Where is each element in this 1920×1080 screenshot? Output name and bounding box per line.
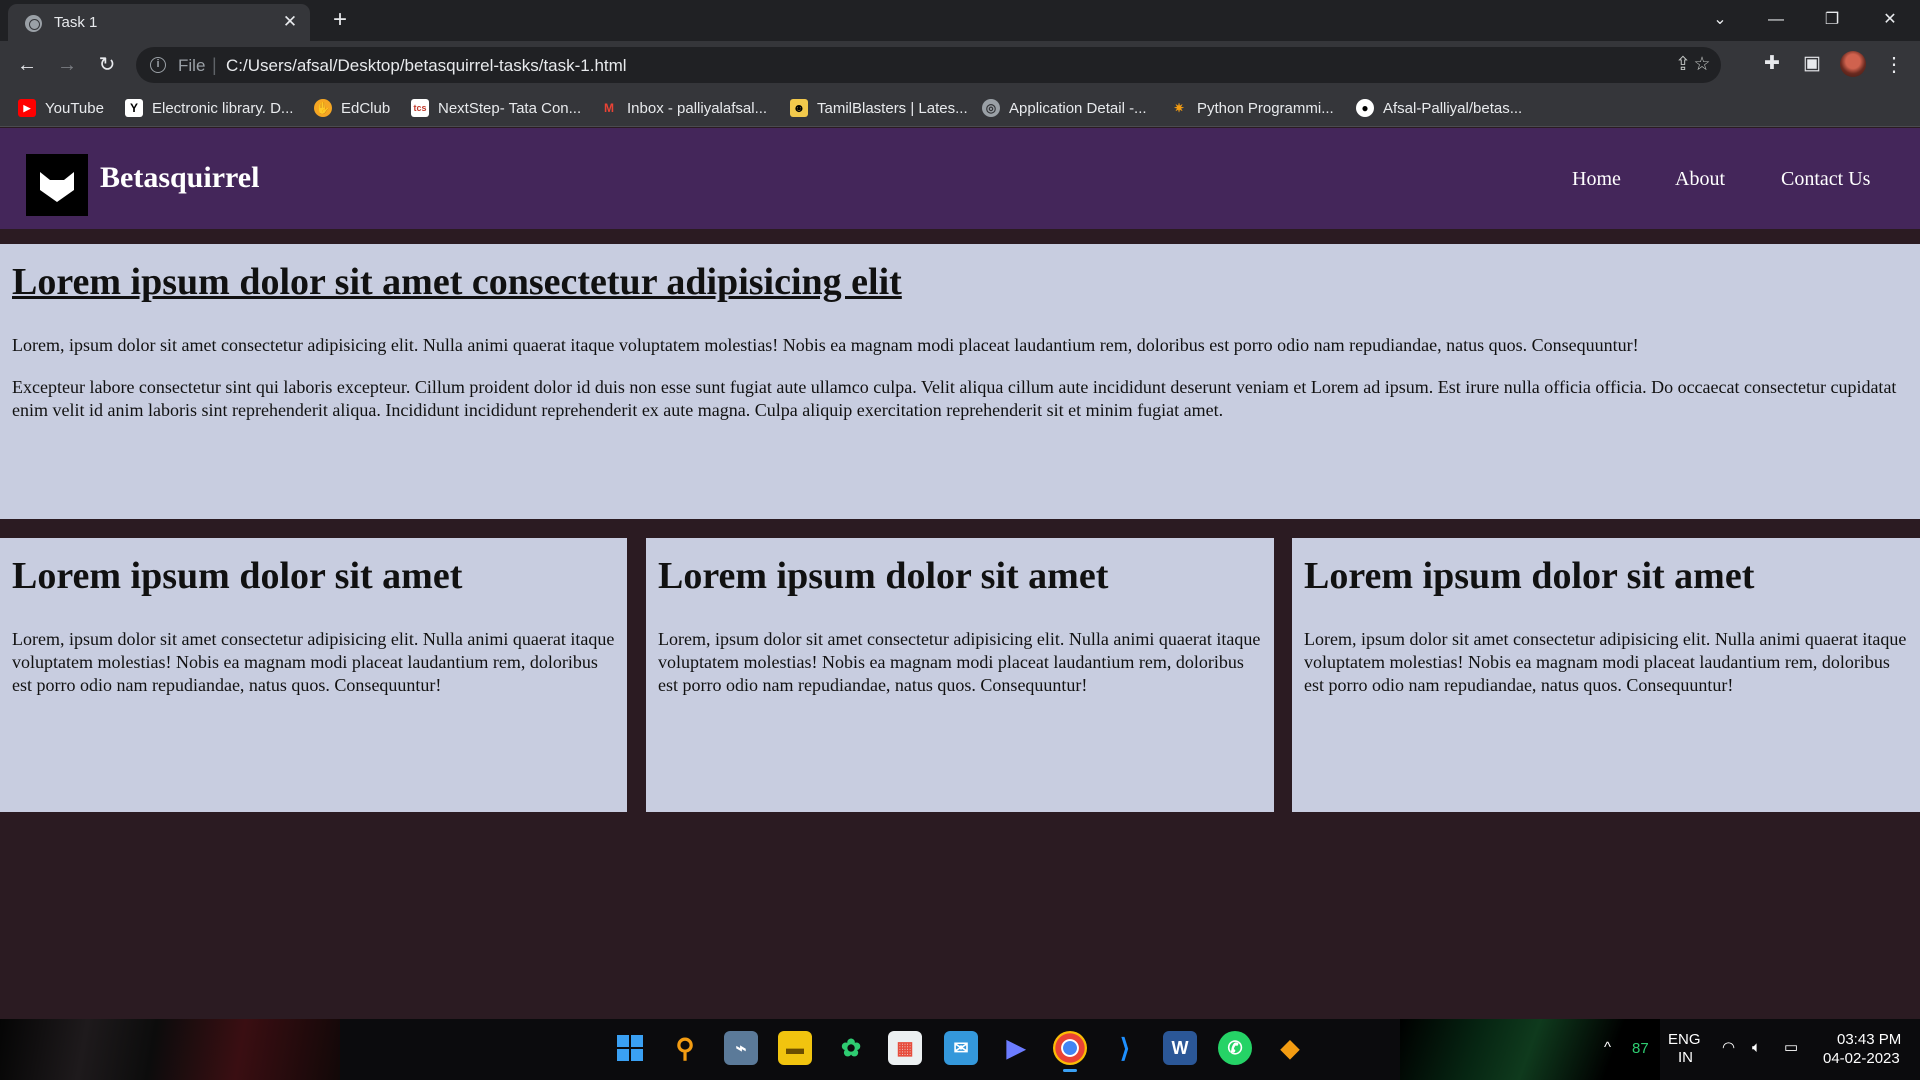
hero-paragraph: Excepteur labore consectetur sint qui la… (12, 377, 1897, 420)
github-icon: ● (1356, 99, 1374, 117)
youtube-icon: ▶ (18, 99, 36, 117)
browser-toolbar: ← → ↻ i File | C:/Users/afsal/Desktop/be… (0, 41, 1920, 89)
edclub-icon: ✋ (314, 99, 332, 117)
hero-paragraph: Lorem, ipsum dolor sit amet consectetur … (12, 335, 1639, 355)
profile-avatar[interactable] (1840, 51, 1866, 77)
bookmark-item[interactable]: ✋ EdClub (314, 98, 390, 118)
bookmark-item[interactable]: ● Afsal-Palliyal/betas... (1356, 98, 1522, 118)
language-region[interactable]: IN (1678, 1049, 1693, 1067)
close-window-icon[interactable]: ✕ (1870, 5, 1910, 35)
mail-icon[interactable]: ✉ (944, 1031, 978, 1065)
bookmark-item[interactable]: ◎ Application Detail -... (982, 98, 1147, 118)
site-logo[interactable] (26, 154, 88, 216)
chrome-icon[interactable] (1053, 1031, 1087, 1072)
bookmark-item[interactable]: tcs NextStep- Tata Con... (411, 98, 581, 118)
bookmark-item[interactable]: ✷ Python Programmi... (1170, 98, 1334, 118)
hero-title: Lorem ipsum dolor sit amet consectetur a… (12, 261, 902, 303)
address-separator: | (212, 55, 217, 75)
clock-date[interactable]: 04-02-2023 (1823, 1050, 1900, 1068)
forward-icon[interactable]: → (52, 50, 82, 80)
word-icon[interactable]: W (1163, 1031, 1197, 1065)
browser-tabstrip: Task 1 ✕ + ⌄ — ❐ ✕ (0, 0, 1920, 41)
address-scheme: File (178, 56, 206, 75)
volume-icon[interactable]: 🔈︎ (1752, 1039, 1761, 1057)
bookmark-label: YouTube (45, 99, 104, 117)
tamilblasters-icon: ☻ (790, 99, 808, 117)
store-icon[interactable]: ▦ (888, 1031, 922, 1065)
address-url[interactable]: C:/Users/afsal/Desktop/betasquirrel-task… (226, 56, 627, 76)
media-player-icon[interactable]: ▶ (999, 1031, 1033, 1065)
reload-icon[interactable]: ↻ (92, 50, 122, 80)
tab-close-icon[interactable]: ✕ (279, 11, 301, 33)
chevron-up-icon[interactable]: ^ (1604, 1039, 1611, 1057)
content-card: Lorem ipsum dolor sit amet Lorem, ipsum … (646, 538, 1274, 812)
battery-level: 87 (1632, 1040, 1649, 1057)
tab-search-chevron-icon[interactable]: ⌄ (1700, 5, 1740, 35)
site-navbar: Betasquirrel Home About Contact Us (0, 128, 1920, 229)
info-icon[interactable]: i (150, 57, 166, 73)
hero-section: Lorem ipsum dolor sit amet consectetur a… (0, 244, 1920, 519)
battery-icon[interactable]: ▭ (1784, 1039, 1798, 1057)
card-title: Lorem ipsum dolor sit amet (12, 555, 463, 597)
bookmark-item[interactable]: Y Electronic library. D... (125, 98, 293, 118)
git-icon[interactable]: ◆ (1273, 1031, 1307, 1065)
bookmark-label: Inbox - palliyalafsal... (627, 99, 768, 117)
card-title: Lorem ipsum dolor sit amet (658, 555, 1109, 597)
windows-taskbar: ⚲ ⌁ ▬ ✿ ▦ ✉ ▶ ⟩ W ✆ ◆ ^ 87 ENG IN ◠ 🔈︎ ▭… (0, 1019, 1920, 1080)
gmail-icon: M (604, 101, 614, 115)
library-icon: Y (125, 99, 143, 117)
bookmark-item[interactable]: ☻ TamilBlasters | Lates... (790, 98, 968, 118)
bookmark-label: Afsal-Palliyal/betas... (1383, 99, 1523, 117)
nav-about-link[interactable]: About (1675, 168, 1725, 191)
tcs-icon: tcs (411, 99, 429, 117)
restore-icon[interactable]: ❐ (1812, 5, 1852, 35)
address-bar[interactable]: i File | C:/Users/afsal/Desktop/betasqui… (136, 47, 1721, 83)
site-brand[interactable]: Betasquirrel (100, 161, 259, 195)
bookmark-label: NextStep- Tata Con... (438, 99, 582, 117)
nav-contact-link[interactable]: Contact Us (1781, 168, 1870, 191)
card-title: Lorem ipsum dolor sit amet (1304, 555, 1755, 597)
vscode-icon[interactable]: ⟩ (1108, 1031, 1142, 1065)
clock-time[interactable]: 03:43 PM (1837, 1031, 1901, 1049)
side-panel-icon[interactable]: ▣ (1799, 52, 1825, 75)
bookmark-label: TamilBlasters | Lates... (817, 99, 968, 117)
fox-logo-icon (40, 172, 74, 202)
menu-kebab-icon[interactable]: ⋮ (1884, 52, 1904, 77)
page-viewport: Betasquirrel Home About Contact Us Lorem… (0, 128, 1920, 1019)
bookmark-label: Application Detail -... (1009, 99, 1147, 117)
content-card: Lorem ipsum dolor sit amet Lorem, ipsum … (1292, 538, 1920, 812)
bookmark-item[interactable]: ▶ YouTube (18, 98, 104, 118)
globe-icon (25, 15, 42, 32)
card-text: Lorem, ipsum dolor sit amet consectetur … (1304, 629, 1907, 695)
bookmark-label: EdClub (341, 99, 391, 117)
fan-app-icon[interactable]: ✿ (834, 1031, 868, 1065)
task-manager-icon[interactable]: ⌁ (724, 1031, 758, 1065)
python-icon: ✷ (1173, 101, 1185, 115)
tab-title: Task 1 (54, 14, 98, 31)
back-icon[interactable]: ← (12, 50, 42, 80)
tab-task-1[interactable]: Task 1 ✕ (8, 4, 310, 41)
wallpaper-strip (1400, 1019, 1660, 1080)
new-tab-icon[interactable]: + (326, 6, 354, 34)
file-explorer-icon[interactable]: ▬ (778, 1031, 812, 1065)
wifi-icon[interactable]: ◠ (1722, 1039, 1735, 1057)
bookmarks-bar: ▶ YouTube Y Electronic library. D... ✋ E… (0, 89, 1920, 127)
bookmark-item[interactable]: M Inbox - palliyalafsal... (600, 98, 767, 118)
active-indicator (1063, 1069, 1077, 1072)
card-text: Lorem, ipsum dolor sit amet consectetur … (12, 629, 615, 695)
globe-icon: ◎ (982, 99, 1000, 117)
content-card: Lorem ipsum dolor sit amet Lorem, ipsum … (0, 538, 627, 812)
nav-home-link[interactable]: Home (1572, 168, 1621, 191)
minimize-icon[interactable]: — (1756, 5, 1796, 35)
bookmark-label: Electronic library. D... (152, 99, 294, 117)
whatsapp-icon[interactable]: ✆ (1218, 1031, 1252, 1065)
wallpaper-strip (0, 1019, 340, 1080)
bookmark-label: Python Programmi... (1197, 99, 1334, 117)
extensions-icon[interactable]: ✚ (1759, 52, 1785, 75)
card-text: Lorem, ipsum dolor sit amet consectetur … (658, 629, 1261, 695)
language-code[interactable]: ENG (1668, 1031, 1701, 1049)
search-icon[interactable]: ⚲ (668, 1031, 702, 1065)
start-icon[interactable] (613, 1031, 647, 1065)
bookmark-star-icon[interactable]: ☆ (1689, 53, 1715, 76)
